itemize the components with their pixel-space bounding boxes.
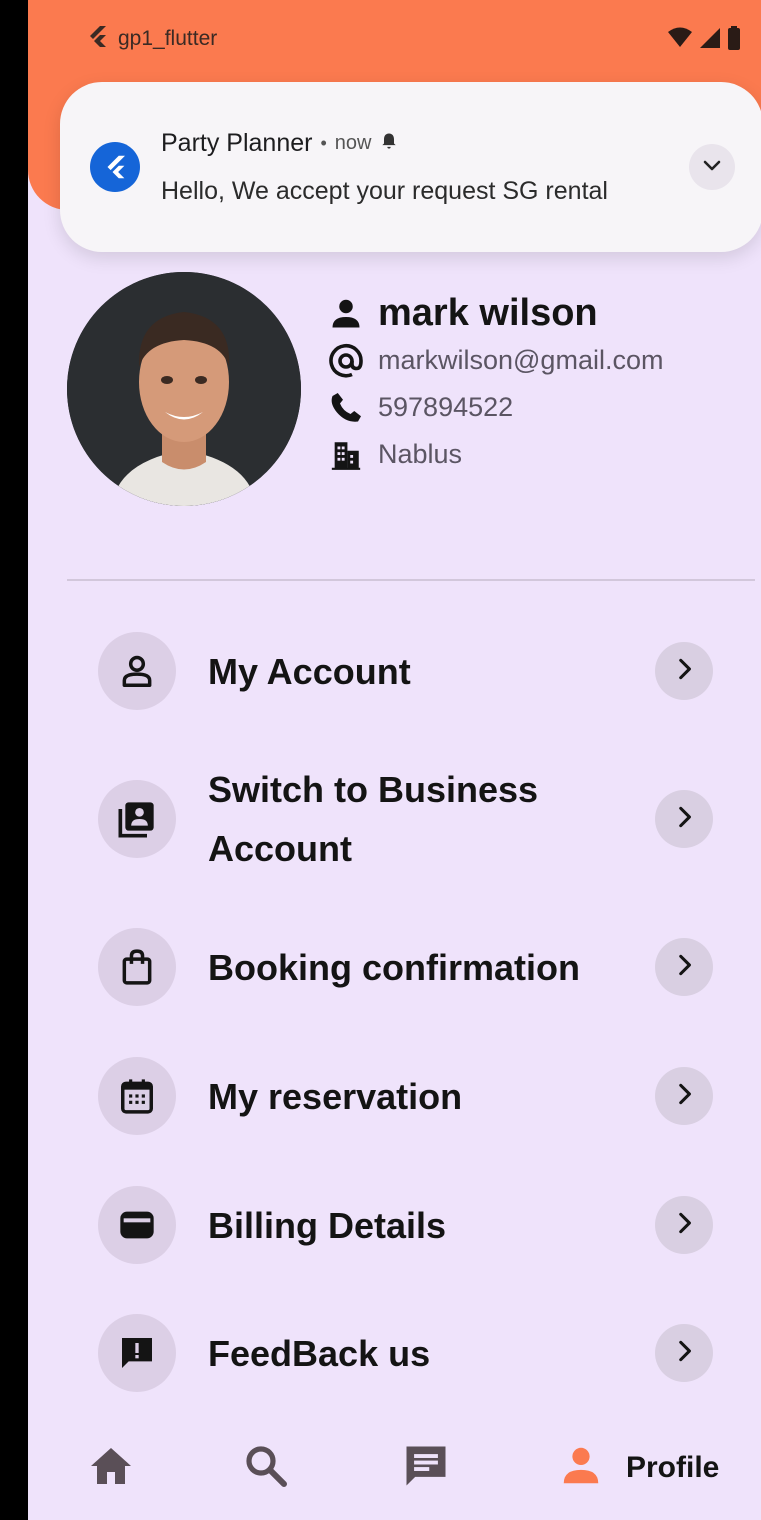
notification-message: Hello, We accept your request SG rental (161, 177, 608, 205)
business-card-icon (98, 780, 176, 858)
nav-profile-label: Profile (626, 1451, 720, 1484)
status-icons (667, 26, 741, 55)
profile-email: markwilson@gmail.com (378, 345, 664, 375)
reservation-arrow-button[interactable] (655, 1067, 713, 1125)
building-icon (326, 435, 366, 475)
menu-label-switch-business: Switch to Business Account (208, 760, 628, 878)
status-bar: gp1_flutter (28, 0, 761, 78)
profile-icon (558, 1443, 604, 1494)
profile-name-row: mark wilson (326, 290, 663, 337)
account-icon (98, 632, 176, 710)
notification-separator: • (320, 133, 327, 153)
flutter-app-icon (90, 142, 140, 192)
notification-app-name: Party Planner (161, 129, 313, 157)
wifi-icon (667, 27, 693, 54)
chat-icon (400, 1440, 452, 1497)
left-edge (0, 0, 28, 1520)
search-icon (242, 1442, 290, 1495)
wallet-icon (98, 1186, 176, 1264)
chevron-right-icon (671, 1210, 697, 1241)
billing-arrow-button[interactable] (655, 1196, 713, 1254)
notification-time: now (334, 132, 372, 154)
status-app: gp1_flutter (86, 24, 217, 54)
menu-label-my-account: My Account (208, 650, 411, 692)
menu-item-booking[interactable]: Booking confirmation (98, 928, 713, 1006)
chevron-right-icon (671, 1081, 697, 1112)
battery-icon (727, 26, 741, 55)
nav-chat-button[interactable] (399, 1438, 453, 1498)
person-icon (326, 294, 366, 334)
flutter-icon (86, 24, 110, 54)
avatar (67, 272, 301, 506)
profile-phone-row: 597894522 (326, 384, 663, 431)
menu-label-billing: Billing Details (208, 1204, 447, 1246)
feedback-arrow-button[interactable] (655, 1324, 713, 1382)
menu-item-switch-business[interactable]: Switch to Business Account (98, 760, 713, 878)
profile-city: Nablus (378, 439, 463, 469)
booking-arrow-button[interactable] (655, 938, 713, 996)
nav-profile-button[interactable]: Profile (558, 1438, 719, 1498)
menu-item-billing[interactable]: Billing Details (98, 1186, 713, 1264)
switch-business-line2: Account (208, 828, 352, 869)
chevron-right-icon (671, 1338, 697, 1369)
profile-email-row: markwilson@gmail.com (326, 337, 663, 384)
at-icon (326, 341, 366, 381)
signal-icon (699, 27, 721, 54)
switch-business-arrow-button[interactable] (655, 790, 713, 848)
phone-icon (326, 388, 366, 428)
chevron-down-icon (700, 153, 724, 182)
menu-label-feedback: FeedBack us (208, 1332, 431, 1374)
switch-business-line1: Switch to Business (208, 769, 539, 810)
chevron-right-icon (671, 656, 697, 687)
menu-label-booking: Booking confirmation (208, 946, 580, 988)
status-app-name: gp1_flutter (118, 27, 218, 50)
calendar-icon (98, 1057, 176, 1135)
shopping-bag-icon (98, 928, 176, 1006)
notification-card[interactable]: Party Planner • now Hello, We accept you… (60, 82, 761, 252)
menu-label-reservation: My reservation (208, 1075, 463, 1117)
menu-item-reservation[interactable]: My reservation (98, 1057, 713, 1135)
profile-screen: gp1_flutter Party Planner • now Hello, W… (28, 0, 761, 1520)
nav-home-button[interactable] (86, 1438, 136, 1498)
my-account-arrow-button[interactable] (655, 642, 713, 700)
screen: gp1_flutter Party Planner • now Hello, W… (0, 0, 761, 1520)
home-icon (87, 1442, 135, 1495)
bell-icon (379, 129, 399, 158)
profile-info: mark wilson markwilson@gmail.com 5978945… (326, 290, 663, 478)
bottom-navigation: Profile (28, 1420, 761, 1520)
nav-search-button[interactable] (241, 1438, 291, 1498)
profile-city-row: Nablus (326, 431, 663, 478)
profile-phone: 597894522 (378, 392, 514, 422)
chevron-right-icon (671, 804, 697, 835)
profile-name: mark wilson (378, 292, 598, 334)
chevron-right-icon (671, 952, 697, 983)
menu-item-feedback[interactable]: FeedBack us (98, 1314, 713, 1392)
feedback-icon (98, 1314, 176, 1392)
divider (67, 579, 755, 581)
notification-expand-button[interactable] (689, 144, 735, 190)
notification-header: Party Planner • now (161, 129, 399, 158)
menu-item-my-account[interactable]: My Account (98, 632, 713, 710)
